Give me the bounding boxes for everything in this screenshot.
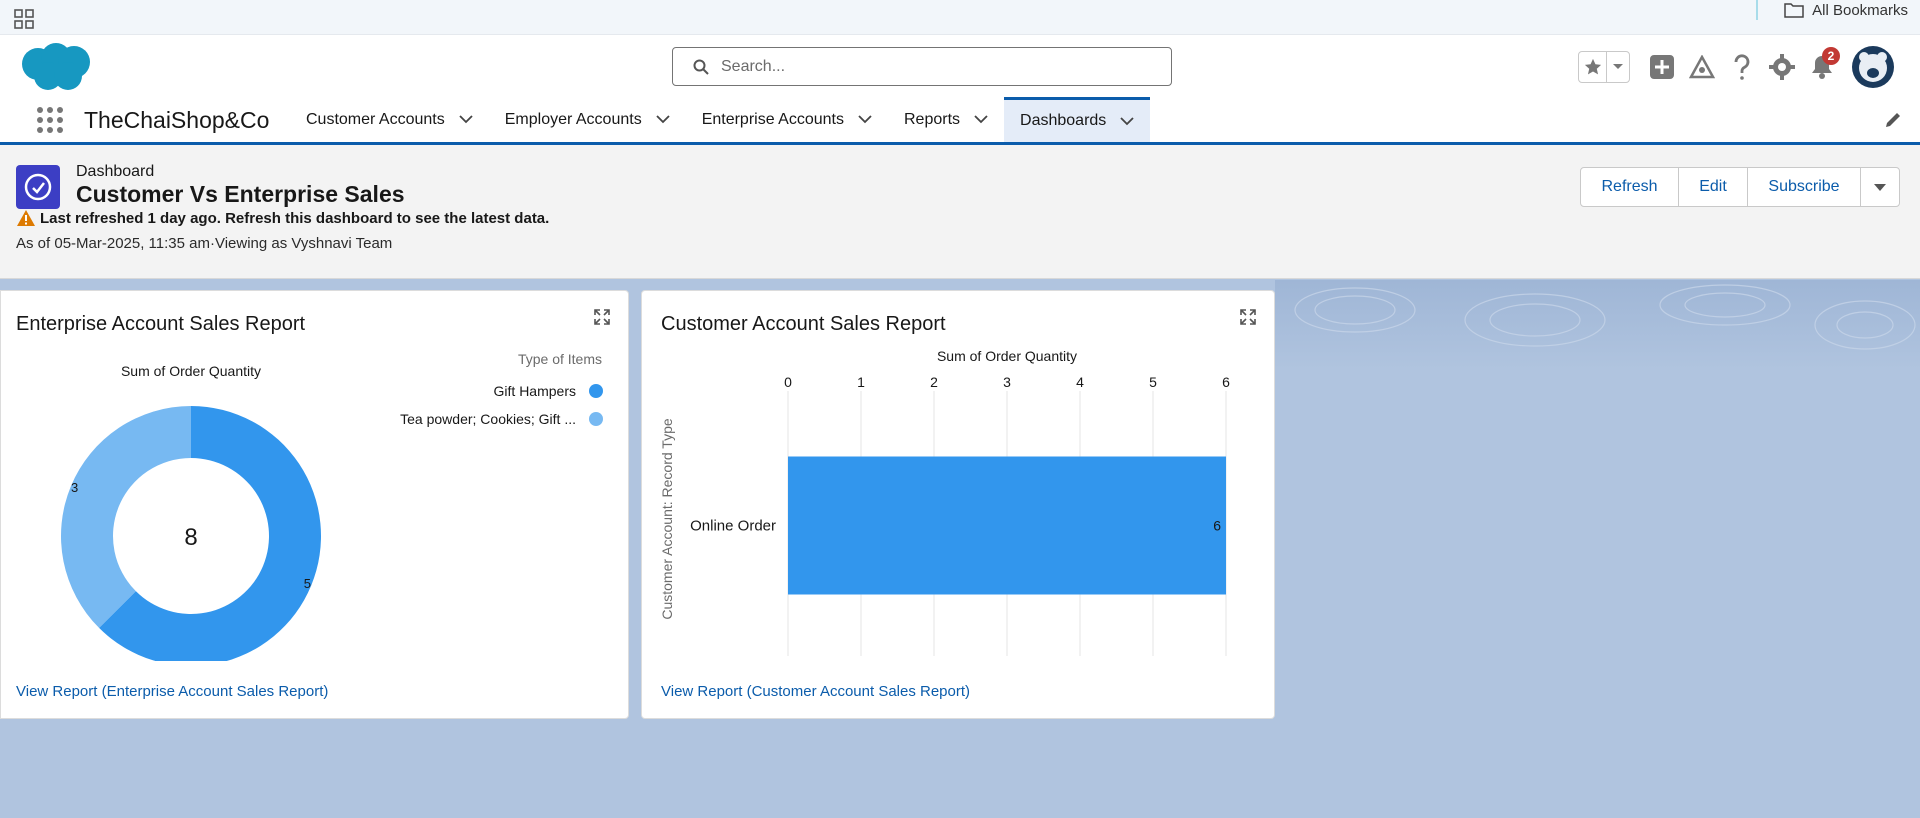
tab-label: Dashboards bbox=[1020, 112, 1107, 129]
favorites-dropdown-icon[interactable] bbox=[1607, 63, 1629, 71]
setup-gear-icon[interactable] bbox=[1762, 47, 1802, 87]
category-label: Online Order bbox=[690, 518, 776, 535]
chevron-down-icon[interactable] bbox=[656, 115, 670, 124]
chart-title: Sum of Order Quantity bbox=[121, 363, 261, 379]
background-pattern bbox=[1275, 280, 1920, 370]
chart-title: Sum of Order Quantity bbox=[937, 348, 1077, 364]
x-tick-label: 1 bbox=[857, 374, 865, 390]
customer-sales-card: Customer Account Sales Report Sum of Ord… bbox=[641, 290, 1275, 719]
notification-count-badge: 2 bbox=[1822, 47, 1840, 65]
view-report-link[interactable]: View Report (Enterprise Account Sales Re… bbox=[16, 683, 328, 700]
global-header: Search... 2 bbox=[0, 35, 1920, 97]
legend-label: Tea powder; Cookies; Gift ... bbox=[400, 411, 576, 427]
tab-enterprise-accounts[interactable]: Enterprise Accounts bbox=[686, 97, 888, 142]
refresh-button[interactable]: Refresh bbox=[1581, 168, 1679, 206]
tab-dashboards[interactable]: Dashboards bbox=[1004, 97, 1151, 142]
global-search-input[interactable]: Search... bbox=[672, 47, 1172, 86]
tab-label: Reports bbox=[903, 110, 961, 128]
all-bookmarks-button[interactable]: All Bookmarks bbox=[1784, 0, 1908, 20]
refresh-warning-text: Last refreshed 1 day ago. Refresh this d… bbox=[40, 209, 550, 227]
bar[interactable] bbox=[788, 456, 1226, 595]
x-tick-label: 0 bbox=[784, 374, 792, 390]
dashboard-title: Customer Vs Enterprise Sales bbox=[76, 181, 405, 207]
bar-chart: Sum of Order Quantity Customer Account: … bbox=[659, 348, 1230, 656]
favorites-star-icon[interactable] bbox=[1579, 52, 1607, 82]
enterprise-sales-card: Enterprise Account Sales Report Sum of O… bbox=[0, 290, 629, 719]
global-create-icon[interactable] bbox=[1642, 47, 1682, 87]
chevron-down-icon bbox=[1874, 183, 1886, 191]
x-tick-label: 6 bbox=[1222, 374, 1230, 390]
all-bookmarks-label: All Bookmarks bbox=[1812, 1, 1908, 19]
chevron-down-icon[interactable] bbox=[1120, 116, 1134, 126]
y-axis-label: Customer Account: Record Type bbox=[659, 418, 675, 619]
app-name: TheChaiShop&Co bbox=[84, 107, 270, 133]
dashboard-header: Dashboard Customer Vs Enterprise Sales L… bbox=[0, 145, 1920, 279]
slice-value-label: 5 bbox=[304, 576, 311, 591]
header-actions: 2 bbox=[1578, 46, 1894, 88]
legend-label: Gift Hampers bbox=[494, 383, 576, 399]
subscribe-button[interactable]: Subscribe bbox=[1748, 168, 1861, 206]
user-avatar[interactable] bbox=[1852, 46, 1894, 88]
edit-button[interactable]: Edit bbox=[1679, 168, 1748, 206]
edit-nav-pencil-icon[interactable] bbox=[1884, 111, 1902, 129]
bookmarks-separator bbox=[1756, 0, 1758, 20]
chevron-down-icon[interactable] bbox=[459, 115, 473, 124]
x-tick-label: 2 bbox=[930, 374, 938, 390]
warning-icon bbox=[17, 210, 35, 226]
help-icon[interactable] bbox=[1722, 47, 1762, 87]
salesforce-logo[interactable] bbox=[18, 40, 94, 94]
search-placeholder: Search... bbox=[721, 57, 786, 75]
x-tick-label: 3 bbox=[1003, 374, 1011, 390]
app-launcher-icon[interactable] bbox=[36, 106, 64, 134]
x-tick-label: 4 bbox=[1076, 374, 1084, 390]
refresh-warning: Last refreshed 1 day ago. Refresh this d… bbox=[16, 209, 549, 227]
dashboard-actions: Refresh Edit Subscribe bbox=[1580, 167, 1900, 207]
chevron-down-icon[interactable] bbox=[974, 115, 988, 124]
tab-label: Employer Accounts bbox=[504, 110, 642, 128]
chevron-down-icon[interactable] bbox=[858, 115, 872, 124]
apps-grid-icon[interactable] bbox=[14, 9, 34, 29]
bookmarks-bar: All Bookmarks bbox=[0, 0, 1920, 35]
nav-tabs: Customer Accounts Employer Accounts Ente… bbox=[290, 97, 1151, 142]
bar-value-label: 6 bbox=[1213, 518, 1221, 534]
more-actions-button[interactable] bbox=[1861, 168, 1899, 206]
donut-slice[interactable] bbox=[60, 406, 191, 628]
notifications-bell-icon[interactable]: 2 bbox=[1802, 47, 1842, 87]
view-report-link[interactable]: View Report (Customer Account Sales Repo… bbox=[661, 683, 970, 700]
tab-employer-accounts[interactable]: Employer Accounts bbox=[489, 97, 686, 142]
trailhead-icon[interactable] bbox=[1682, 47, 1722, 87]
legend-swatch[interactable] bbox=[589, 384, 603, 398]
slice-value-label: 3 bbox=[71, 480, 78, 495]
tab-customer-accounts[interactable]: Customer Accounts bbox=[290, 97, 489, 142]
legend-swatch[interactable] bbox=[589, 412, 603, 426]
app-navigation-bar: TheChaiShop&Co Customer Accounts Employe… bbox=[0, 97, 1920, 145]
donut-total: 8 bbox=[184, 524, 197, 551]
tab-reports[interactable]: Reports bbox=[888, 97, 1004, 142]
search-icon bbox=[693, 59, 709, 75]
favorites-group bbox=[1578, 51, 1630, 83]
tab-label: Enterprise Accounts bbox=[701, 110, 844, 128]
folder-icon bbox=[1784, 3, 1804, 18]
dashboard-type-label: Dashboard bbox=[76, 163, 155, 180]
dashboard-icon bbox=[16, 165, 60, 209]
donut-chart: Sum of Order Quantity 5 3 8 Type of Items… bbox=[60, 351, 603, 661]
tab-label: Customer Accounts bbox=[306, 110, 445, 128]
x-tick-label: 5 bbox=[1149, 374, 1157, 390]
dashboard-as-of: As of 05-Mar-2025, 11:35 am·Viewing as V… bbox=[16, 235, 393, 252]
legend-title: Type of Items bbox=[518, 351, 602, 367]
